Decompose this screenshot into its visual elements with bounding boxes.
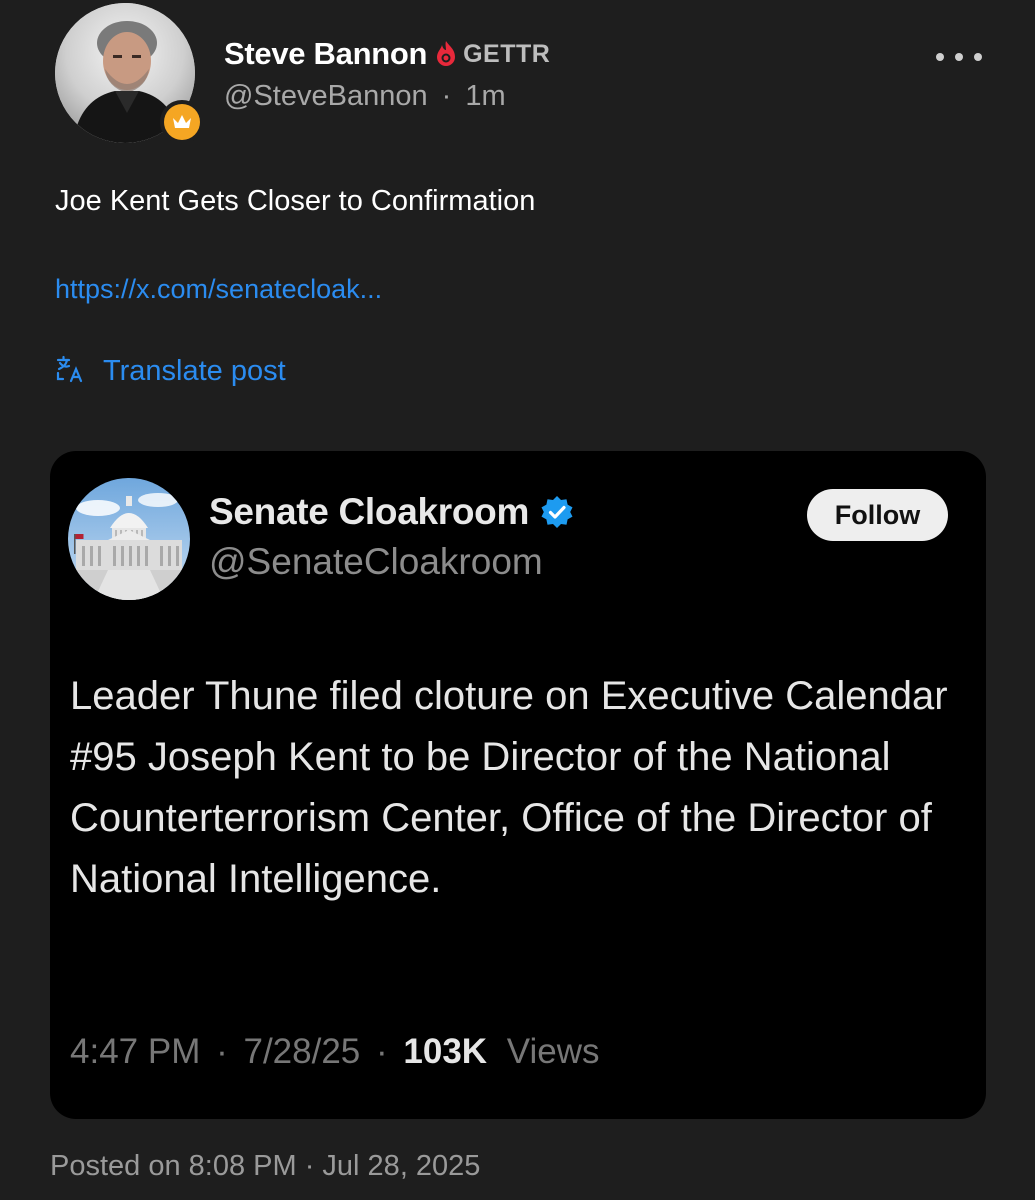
embed-author-name[interactable]: Senate Cloakroom: [209, 491, 529, 533]
author-handle-row: @SteveBannon · 1m: [224, 80, 506, 113]
embed-post-text: Leader Thune filed cloture on Executive …: [70, 674, 948, 901]
translate-label: Translate post: [103, 355, 286, 387]
separator-dot: ·: [376, 1032, 388, 1071]
author-name-row: Steve Bannon GETTR: [224, 34, 550, 74]
embed-avatar[interactable]: [68, 478, 190, 600]
post-text: Joe Kent Gets Closer to Confirmation: [55, 185, 536, 217]
separator-dot: ·: [441, 80, 452, 112]
translate-post-button[interactable]: Translate post: [55, 354, 286, 389]
embedded-post-card[interactable]: Senate Cloakroom @SenateCloakroom Follow…: [50, 451, 986, 1119]
follow-button[interactable]: Follow: [807, 489, 948, 541]
post-screen: Steve Bannon GETTR @SteveBannon · 1m Joe…: [0, 0, 1035, 1200]
crown-badge-icon: [160, 100, 204, 144]
embed-author-handle[interactable]: @SenateCloakroom: [209, 541, 543, 583]
author-name[interactable]: Steve Bannon: [224, 36, 427, 72]
platform-label: GETTR: [463, 39, 551, 68]
embed-date: 7/28/25: [243, 1032, 361, 1071]
embed-time: 4:47 PM: [70, 1032, 201, 1071]
translate-icon: [55, 354, 85, 389]
more-options-button[interactable]: [936, 47, 982, 67]
post-time-ago: 1m: [465, 80, 506, 112]
separator-dot: ·: [216, 1032, 228, 1071]
more-horizontal-icon: [936, 53, 944, 61]
embed-views-label: Views: [506, 1032, 600, 1071]
verified-badge-icon: [539, 494, 575, 530]
gettr-flame-icon: [435, 40, 457, 68]
author-handle[interactable]: @SteveBannon: [224, 80, 428, 112]
embed-views-count: 103K: [403, 1032, 488, 1071]
posted-on-timestamp: Posted on 8:08 PM · Jul 28, 2025: [50, 1150, 481, 1182]
post-link[interactable]: https://x.com/senatecloak...: [55, 274, 382, 305]
embed-name-row: Senate Cloakroom: [209, 491, 575, 533]
embed-meta-row: 4:47 PM · 7/28/25 · 103K Views: [70, 1032, 600, 1072]
